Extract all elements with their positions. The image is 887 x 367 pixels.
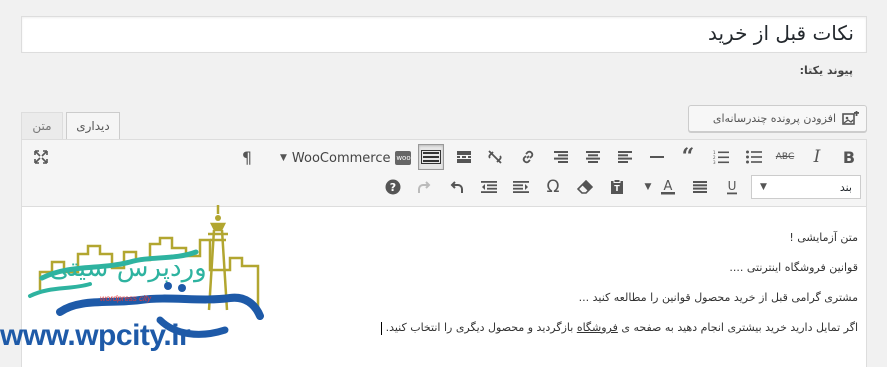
italic-icon[interactable]: I <box>804 144 830 170</box>
indent-icon[interactable] <box>508 174 534 200</box>
chevron-down-icon: ▼ <box>760 182 767 192</box>
permalink-label: پیوند یکتا: <box>799 64 853 77</box>
format-select-value: بند <box>839 180 852 194</box>
underline-icon[interactable]: U <box>719 174 745 200</box>
clear-formatting-icon[interactable] <box>572 174 598 200</box>
add-media-button[interactable]: افزودن پرونده چندرسانه‌ای <box>688 105 867 132</box>
add-media-label: افزودن پرونده چندرسانه‌ای <box>712 112 836 125</box>
svg-text:?: ? <box>390 181 396 194</box>
align-left-icon[interactable] <box>612 144 638 170</box>
watermark-url: www.wpcity.ir <box>0 319 191 352</box>
align-center-icon[interactable] <box>580 144 606 170</box>
paste-as-text-icon[interactable]: T <box>604 174 630 200</box>
bold-icon[interactable]: B <box>836 144 862 170</box>
svg-text:T: T <box>614 184 620 193</box>
add-media-icon <box>842 110 860 127</box>
logo-subtext: wordpress city <box>100 294 152 303</box>
blockquote-icon[interactable]: “ <box>675 144 701 170</box>
tab-visual[interactable]: دیداری <box>66 112 120 139</box>
undo-icon[interactable] <box>444 174 470 200</box>
dropdown-arrow-icon: ▼ <box>280 153 287 163</box>
unlink-icon[interactable] <box>482 144 508 170</box>
editor-toolbar: ¶ ▼ WooCommerce woo “ 1 2 3 ABC I B ? Ω … <box>22 140 866 207</box>
post-title-value: نکات قبل از خرید <box>707 21 854 45</box>
link-icon[interactable] <box>515 144 541 170</box>
fullscreen-icon[interactable] <box>28 144 54 170</box>
logo-arabic-text: وردپرس سیتی <box>49 253 206 283</box>
svg-text:A: A <box>664 179 673 194</box>
toolbar-row-1: ¶ ▼ WooCommerce woo “ 1 2 3 ABC I B <box>22 144 866 174</box>
text-color-icon[interactable]: A <box>655 174 681 200</box>
paragraph-icon[interactable]: ¶ <box>234 144 260 170</box>
numbered-list-icon[interactable]: 123 <box>708 144 734 170</box>
outdent-icon[interactable] <box>476 174 502 200</box>
redo-icon[interactable] <box>411 174 437 200</box>
toolbar-toggle-icon[interactable] <box>418 144 444 170</box>
justify-icon[interactable] <box>687 174 713 200</box>
align-right-icon[interactable] <box>548 144 574 170</box>
svg-text:U: U <box>728 180 737 193</box>
svg-text:3: 3 <box>713 160 716 164</box>
horizontal-line-icon[interactable] <box>644 144 670 170</box>
special-character-icon[interactable]: Ω <box>540 174 566 200</box>
woocommerce-dropdown[interactable]: ▼ WooCommerce woo <box>280 147 412 169</box>
woocommerce-label: WooCommerce <box>291 150 391 166</box>
bulleted-list-icon[interactable] <box>741 144 767 170</box>
text-cursor <box>380 321 382 335</box>
help-icon[interactable]: ? <box>380 174 406 200</box>
tab-text-label: متن <box>32 119 52 133</box>
store-link[interactable]: فروشگاه <box>577 321 618 334</box>
strikethrough-icon[interactable]: ABC <box>772 144 798 170</box>
post-title-field[interactable]: نکات قبل از خرید <box>21 16 867 53</box>
woocommerce-icon: woo <box>395 151 412 165</box>
content-text: بازگردید و محصول دیگری را انتخاب کنید. <box>385 321 577 334</box>
tab-text[interactable]: متن <box>21 112 63 139</box>
format-select[interactable]: ▼ بند <box>751 175 861 199</box>
read-more-icon[interactable] <box>451 144 477 170</box>
tab-visual-label: دیداری <box>76 119 110 133</box>
content-text: اگر تمایل دارید خرید بیشتری انجام دهید ب… <box>617 321 858 334</box>
